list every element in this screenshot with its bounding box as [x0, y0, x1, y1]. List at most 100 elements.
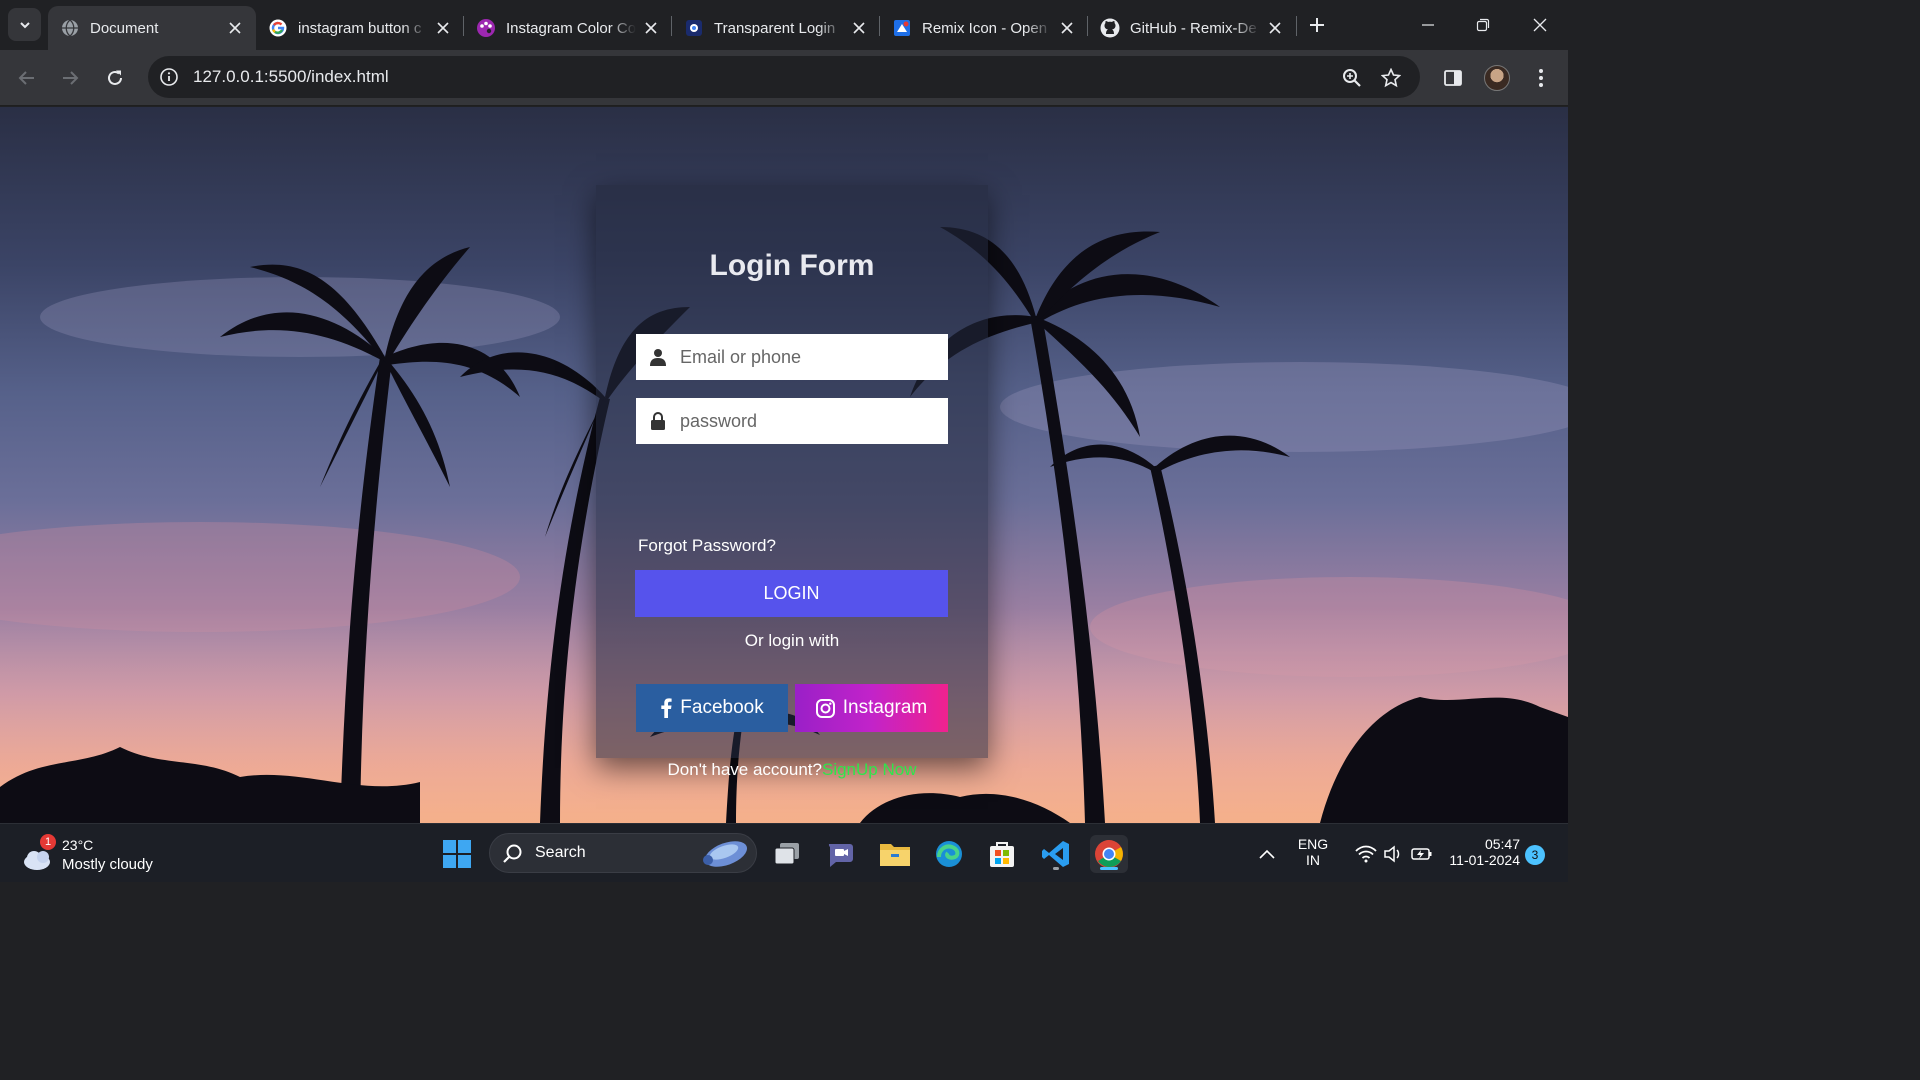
chevron-down-icon: [19, 21, 30, 28]
signup-prompt: Don't have account?SignUp Now: [596, 760, 988, 780]
minimize-icon: [1422, 24, 1434, 26]
tab-title: Document: [90, 19, 159, 37]
minimize-button[interactable]: [1413, 12, 1443, 38]
weather-widget[interactable]: 1 23°C Mostly cloudy: [18, 834, 188, 876]
language-code: ENG: [1297, 836, 1329, 852]
clock[interactable]: 05:47 11-01-2024: [1442, 836, 1520, 868]
palette-icon: [476, 18, 496, 38]
vscode-button[interactable]: [1037, 835, 1075, 873]
address-bar[interactable]: 127.0.0.1:5500/index.html: [148, 56, 1420, 98]
login-title: Login Form: [709, 249, 875, 282]
tab-document[interactable]: Document: [48, 6, 256, 50]
tab-title: Remix Icon - Open: [922, 19, 1048, 37]
language-indicator[interactable]: ENG IN: [1292, 836, 1334, 868]
google-icon: [268, 18, 288, 38]
teams-chat-button[interactable]: [822, 835, 860, 873]
menu-button[interactable]: [1527, 64, 1555, 92]
close-icon: [1533, 18, 1547, 32]
notification-badge[interactable]: 3: [1525, 845, 1545, 865]
wifi-icon: [1355, 845, 1377, 863]
email-input[interactable]: [680, 346, 948, 368]
reload-button[interactable]: [101, 64, 129, 92]
reload-icon: [108, 70, 122, 85]
tab-title: GitHub - Remix-De: [1130, 19, 1257, 37]
tab-github[interactable]: GitHub - Remix-De: [1088, 6, 1296, 50]
clock-time: 05:47: [1484, 836, 1520, 852]
side-panel-button[interactable]: [1439, 64, 1467, 92]
star-icon: [1381, 68, 1401, 88]
tab-transparent-login[interactable]: Transparent Login: [672, 6, 880, 50]
start-button[interactable]: [438, 835, 476, 873]
tab-title: Instagram Color Co: [506, 19, 636, 37]
chat-icon: [828, 844, 853, 867]
back-button[interactable]: [13, 64, 41, 92]
file-explorer-button[interactable]: [876, 835, 914, 873]
login-button[interactable]: LOGIN: [635, 570, 948, 617]
vscode-icon: [1042, 841, 1069, 867]
tab-search-button[interactable]: [8, 8, 41, 41]
close-icon[interactable]: [850, 19, 868, 37]
close-icon[interactable]: [1266, 19, 1284, 37]
tab-title: instagram button c: [298, 19, 422, 37]
instagram-icon: [815, 698, 835, 718]
profile-avatar[interactable]: [1484, 65, 1510, 91]
task-view-icon: [774, 843, 799, 865]
folder-icon: [880, 844, 910, 866]
instagram-login-button[interactable]: Instagram: [795, 684, 948, 732]
password-field[interactable]: [636, 398, 948, 444]
close-icon[interactable]: [642, 19, 660, 37]
zoom-icon: [1343, 69, 1361, 87]
arrow-left-icon: [18, 71, 34, 85]
battery-button[interactable]: [1403, 835, 1441, 873]
github-icon: [1100, 18, 1120, 38]
restore-button[interactable]: [1468, 12, 1498, 38]
bookmark-button[interactable]: [1377, 64, 1405, 92]
region-code: IN: [1306, 852, 1320, 868]
remix-icon: [892, 18, 912, 38]
chrome-button[interactable]: [1090, 835, 1128, 873]
clock-date: 11-01-2024: [1449, 852, 1520, 868]
edge-icon: [936, 841, 962, 867]
chevron-up-icon: [1259, 849, 1275, 859]
email-field[interactable]: [636, 334, 948, 380]
close-icon[interactable]: [226, 19, 244, 37]
new-tab-button[interactable]: [1304, 12, 1330, 38]
windows-icon: [443, 840, 471, 868]
password-input[interactable]: [680, 410, 948, 432]
store-button[interactable]: [983, 835, 1021, 873]
url-text: 127.0.0.1:5500/index.html: [193, 67, 389, 86]
restore-icon: [1476, 18, 1490, 32]
tab-title: Transparent Login: [714, 19, 836, 37]
search-icon: [503, 844, 522, 863]
tab-instagram-button[interactable]: instagram button c: [256, 6, 464, 50]
tab-remix-icon[interactable]: Remix Icon - Open: [880, 6, 1088, 50]
site-info-icon[interactable]: [158, 66, 180, 88]
chrome-icon: [1095, 840, 1123, 868]
page-viewport: Login Form Forgot Password? LOGIN Or log…: [0, 107, 1568, 823]
facebook-login-button[interactable]: Facebook: [636, 684, 788, 732]
browser-toolbar: 127.0.0.1:5500/index.html: [0, 50, 1568, 106]
no-account-text: Don't have account?: [667, 760, 822, 779]
login-card: Login Form Forgot Password? LOGIN Or log…: [596, 185, 988, 779]
forgot-password-link[interactable]: Forgot Password?: [638, 536, 776, 556]
store-icon: [990, 842, 1014, 867]
zoom-button[interactable]: [1338, 64, 1366, 92]
close-window-button[interactable]: [1525, 12, 1555, 38]
more-vertical-icon: [1539, 69, 1543, 87]
instagram-label: Instagram: [842, 697, 928, 718]
forward-button[interactable]: [56, 64, 84, 92]
weather-temp: 23°C: [62, 837, 94, 853]
edge-button[interactable]: [930, 835, 968, 873]
close-icon[interactable]: [1058, 19, 1076, 37]
site-icon: [684, 18, 704, 38]
close-icon[interactable]: [434, 19, 452, 37]
battery-icon: [1411, 848, 1432, 860]
task-view-button[interactable]: [768, 835, 806, 873]
windows-taskbar: 1 23°C Mostly cloudy Search ENG IN 05:47…: [0, 823, 1568, 882]
taskbar-search[interactable]: Search: [489, 833, 757, 873]
tab-instagram-color[interactable]: Instagram Color Co: [464, 6, 672, 50]
signup-link[interactable]: SignUp Now: [822, 760, 917, 779]
weather-condition: Mostly cloudy: [62, 856, 153, 873]
or-login-with-text: Or login with: [744, 631, 840, 650]
show-hidden-icons-button[interactable]: [1248, 835, 1286, 873]
